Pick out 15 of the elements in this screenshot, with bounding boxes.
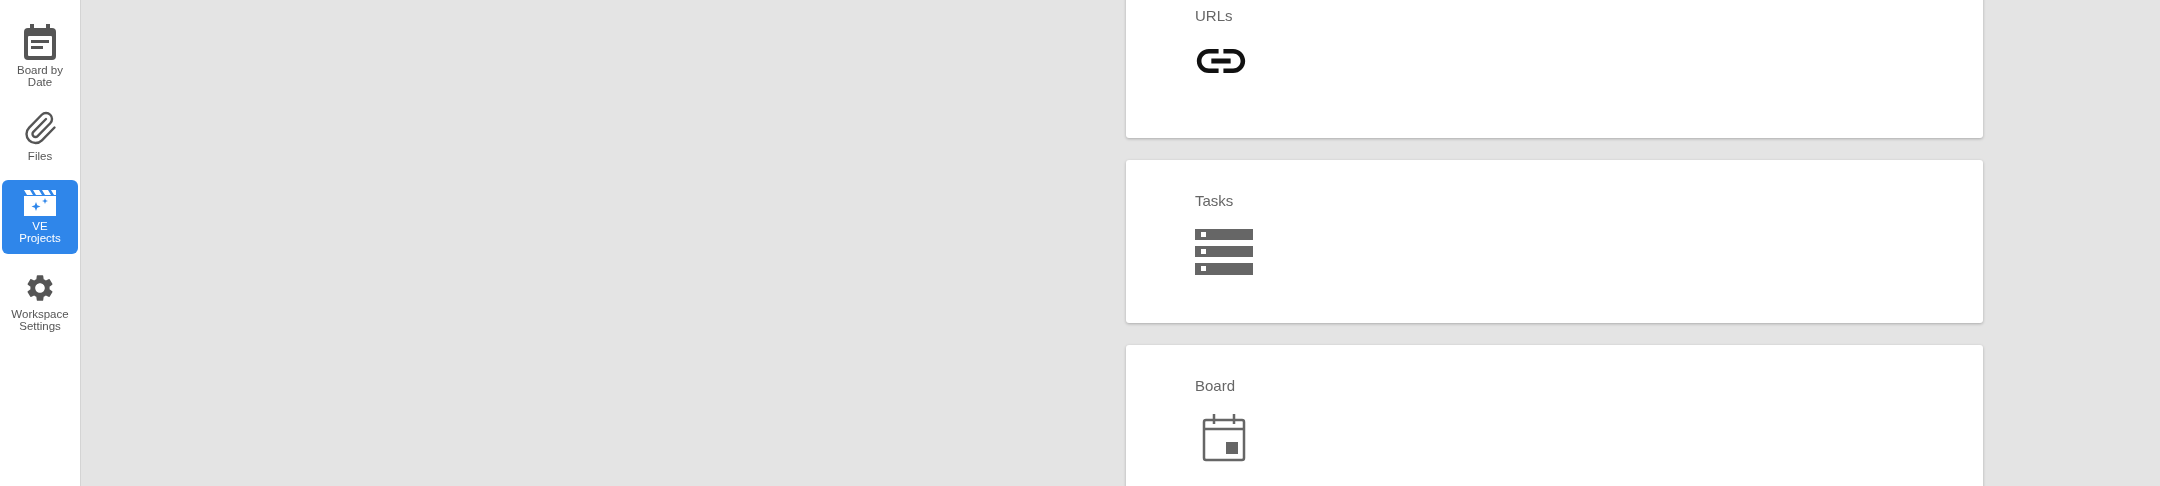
calendar-icon [1202,414,1246,462]
card[interactable]: Board [1126,345,1983,486]
list-icon [1195,229,1253,275]
clapperboard-icon [24,190,56,216]
paperclip-icon [22,110,58,146]
sidebar-item[interactable]: VE Projects [2,180,78,254]
sidebar-item[interactable]: Board by Date [2,20,78,92]
sidebar-item[interactable]: Files [2,106,78,166]
card-title: Tasks [1195,192,1234,209]
card[interactable]: Tasks [1126,160,1983,323]
card[interactable]: URLs [1126,0,1983,138]
calendar-icon [23,24,57,60]
card-title: Board [1195,377,1236,394]
sidebar-item[interactable]: Workspace Settings [2,268,78,336]
card-title: URLs [1195,7,1233,24]
